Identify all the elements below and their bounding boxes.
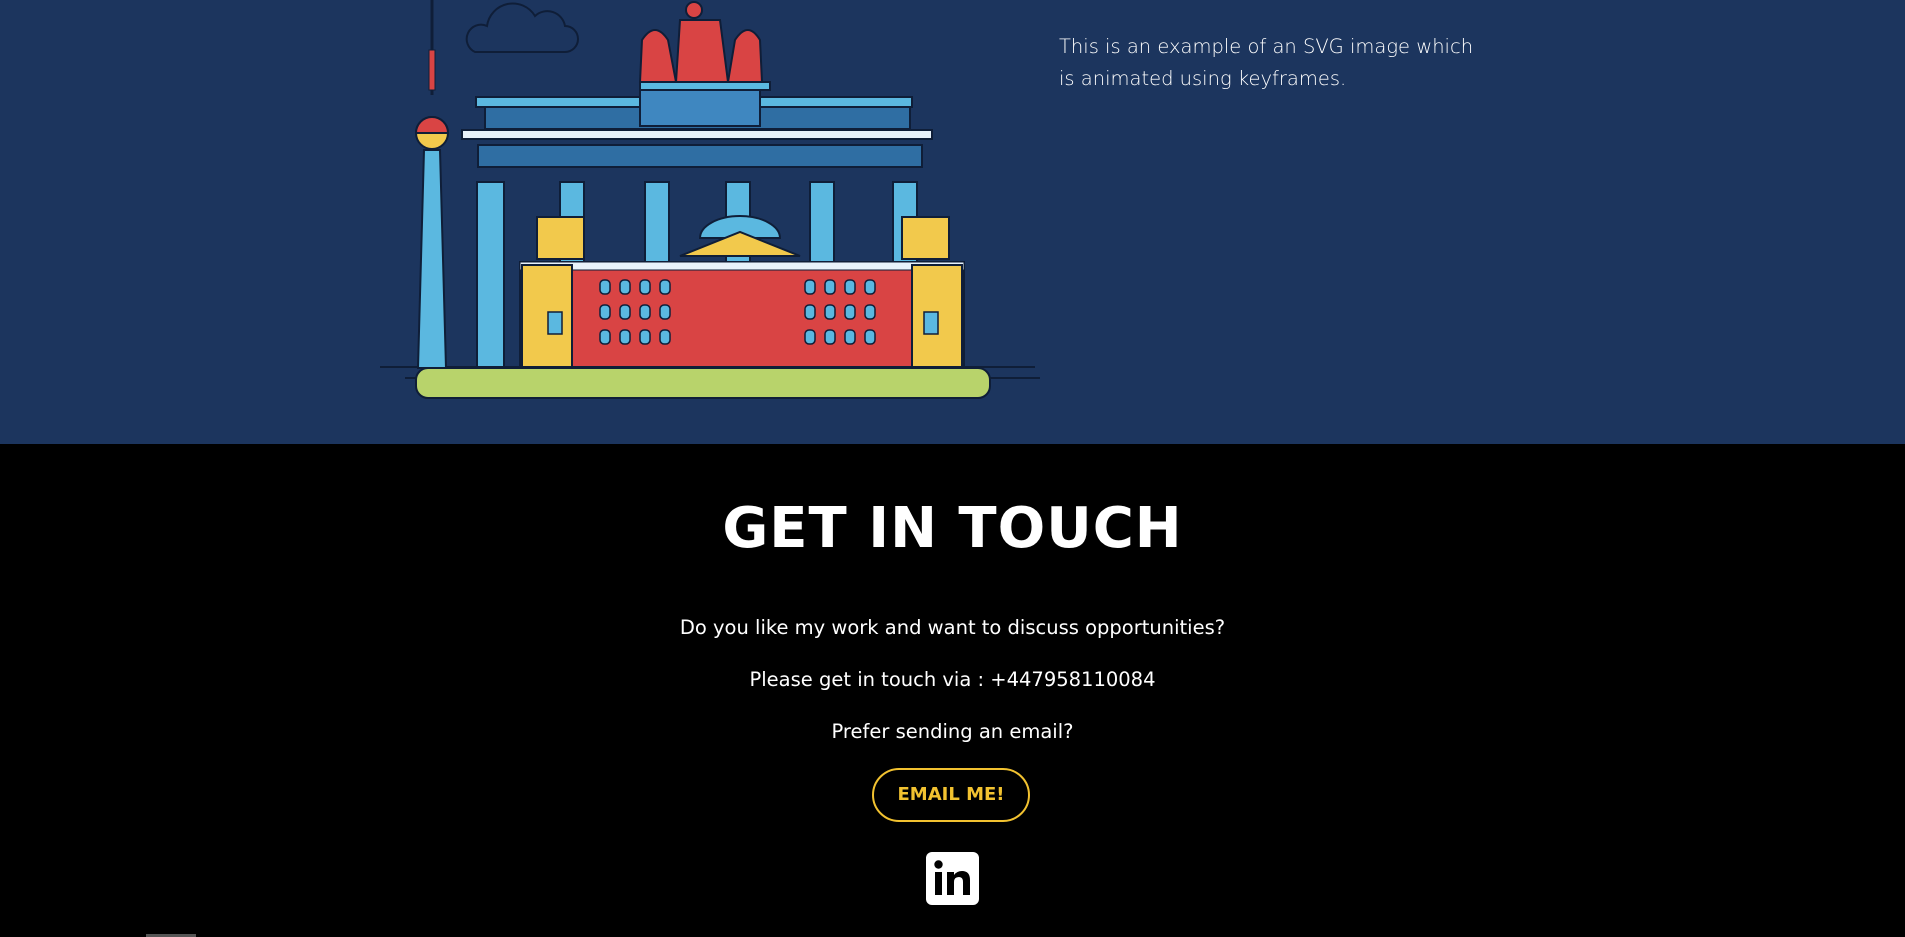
svg-description: This is an example of an SVG image which… [1059, 35, 1474, 90]
linkedin-icon[interactable] [926, 852, 979, 905]
email-me-button[interactable]: EMAIL ME! [872, 768, 1030, 822]
contact-line-email: Prefer sending an email? [831, 720, 1074, 743]
linkedin-glyph [934, 860, 970, 895]
contact-line-phone: Please get in touch via : +447958110084 [749, 668, 1156, 691]
contact-line-work: Do you like my work and want to discuss … [679, 616, 1226, 639]
hero-section: This is an example of an SVG image which… [0, 0, 1905, 444]
cloud-icon [465, 2, 579, 53]
contact-title: GET IN TOUCH [722, 496, 1183, 561]
contact-section: GET IN TOUCH Do you like my work and wan… [0, 444, 1905, 937]
berlin-landmarks-illustration [380, 0, 1040, 399]
